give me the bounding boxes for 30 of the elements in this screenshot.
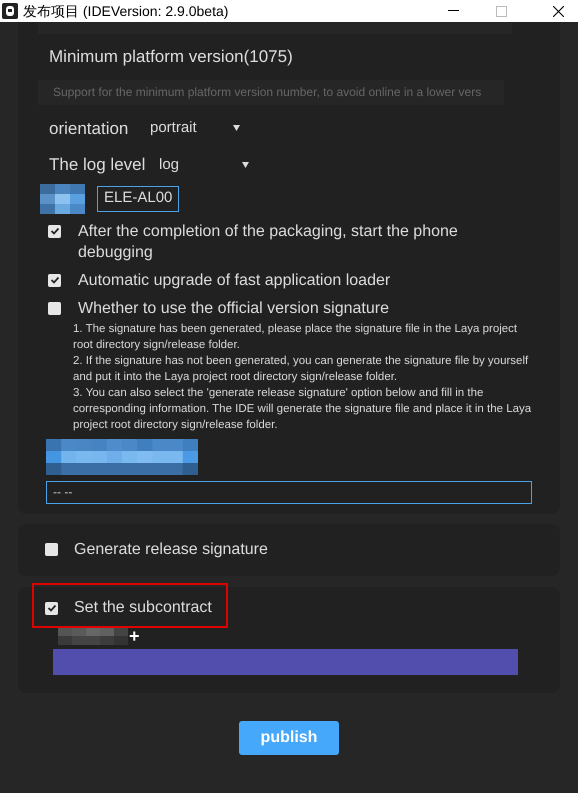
minimize-icon[interactable] [448,10,459,12]
input-field[interactable]: -- -- [46,480,532,504]
option-label: Set the subcontract [74,598,212,618]
note-text: 2. If the signature has not been generated, you can generate the signature file by yourself and put it into the Laya project root directory sign/release folder. [73,354,530,384]
dropdown-arrow-icon [233,125,240,132]
input-field[interactable]: ELE-AL00 [97,186,180,212]
dropdown-arrow-icon [242,162,249,168]
add-button[interactable]: + [129,628,140,642]
checkbox[interactable] [48,302,61,314]
checkbox[interactable] [45,543,58,556]
checkbox[interactable] [48,224,61,238]
input-field[interactable]: Support for the minimum platform version number, to avoid online in a lower vers [38,80,504,104]
option-label: Whether to use the official version signature [78,298,389,318]
checkbox[interactable] [48,274,61,286]
note-text: 1. The signature has been generated, please place the signature file in the Laya project root directory sign/release folder. [73,322,518,352]
window-title: 发布项目 (IDEVersion: 2.9.0beta) [23,2,228,21]
field-label: orientation [49,118,130,140]
pixelated-block [58,626,128,644]
option-label: After the completion of the packaging, start the phone debugging [78,222,459,262]
pixelated-block [40,184,85,214]
close-icon[interactable] [553,6,564,16]
field-label: The log level [49,154,146,176]
dropdown[interactable]: portrait [150,117,240,140]
checkbox[interactable] [45,602,58,614]
option-label: Automatic upgrade of fast application loader [78,270,390,290]
input-field[interactable] [38,22,512,34]
field-label: Minimum platform version(1075) [49,46,294,68]
dropdown[interactable]: log [159,154,249,176]
option-label: Generate release signature [74,540,268,560]
note-text: 3. You can also select the 'generate release signature' option below and fill in the corresponding information. The IDE will generate the signature file and place it in the Laya project root directory sign/release folder. [73,386,532,432]
